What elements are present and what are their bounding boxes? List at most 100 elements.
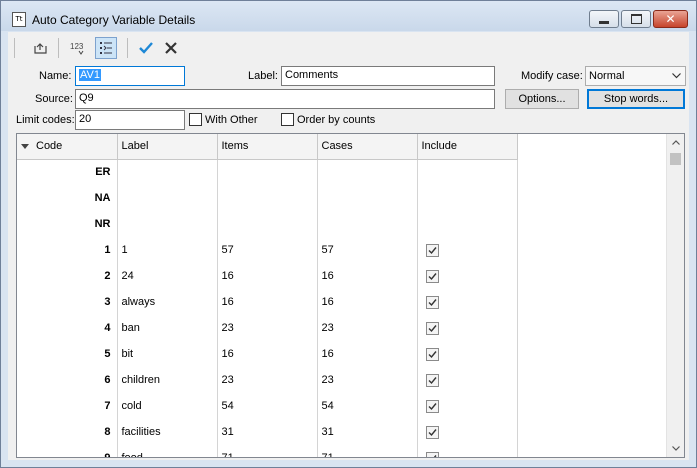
column-header-include[interactable]: Include bbox=[417, 134, 518, 160]
column-header-code[interactable]: Code bbox=[17, 134, 118, 160]
cases-cell[interactable]: 16 bbox=[317, 263, 418, 289]
close-button[interactable]: ✕ bbox=[653, 10, 688, 28]
code-cell[interactable]: 4 bbox=[17, 315, 118, 341]
table-row[interactable]: 4 ban 23 23 bbox=[17, 315, 518, 341]
table-row[interactable]: 3 always 16 16 bbox=[17, 289, 518, 315]
table-row[interactable]: 9 food 71 71 bbox=[17, 445, 518, 457]
cases-cell[interactable] bbox=[317, 211, 418, 237]
cases-cell[interactable]: 23 bbox=[317, 315, 418, 341]
accept-button[interactable] bbox=[135, 37, 157, 59]
table-row[interactable]: 5 bit 16 16 bbox=[17, 341, 518, 367]
code-cell[interactable]: ER bbox=[17, 159, 118, 185]
label-cell[interactable]: always bbox=[117, 289, 218, 315]
include-checkbox[interactable] bbox=[425, 243, 439, 257]
include-checkbox[interactable] bbox=[425, 399, 439, 413]
label-cell[interactable]: food bbox=[117, 445, 218, 457]
label-field[interactable]: Comments bbox=[281, 66, 495, 86]
label-cell[interactable]: bit bbox=[117, 341, 218, 367]
ordered-list-button[interactable] bbox=[95, 37, 117, 59]
code-cell[interactable]: 3 bbox=[17, 289, 118, 315]
cases-cell[interactable]: 54 bbox=[317, 393, 418, 419]
code-cell[interactable]: 2 bbox=[17, 263, 118, 289]
cases-cell[interactable]: 23 bbox=[317, 367, 418, 393]
cancel-button[interactable] bbox=[160, 37, 182, 59]
cases-cell[interactable]: 31 bbox=[317, 419, 418, 445]
items-cell[interactable] bbox=[217, 211, 318, 237]
name-field[interactable]: AV1 bbox=[75, 66, 185, 86]
source-field[interactable]: Q9 bbox=[75, 89, 495, 109]
code-cell[interactable]: 9 bbox=[17, 445, 118, 457]
label-cell[interactable]: ban bbox=[117, 315, 218, 341]
items-cell[interactable]: 16 bbox=[217, 341, 318, 367]
order-by-counts-checkbox[interactable] bbox=[281, 113, 294, 126]
label-cell[interactable] bbox=[117, 185, 218, 211]
code-cell[interactable]: NA bbox=[17, 185, 118, 211]
stop-words-button[interactable]: Stop words... bbox=[587, 89, 685, 109]
code-cell[interactable]: NR bbox=[17, 211, 118, 237]
checkmark-icon bbox=[432, 454, 437, 457]
maximize-button[interactable] bbox=[621, 10, 651, 28]
cases-cell[interactable]: 16 bbox=[317, 341, 418, 367]
table-row[interactable]: 8 facilities 31 31 bbox=[17, 419, 518, 445]
window-title: Auto Category Variable Details bbox=[32, 13, 196, 27]
scroll-thumb[interactable] bbox=[670, 153, 681, 165]
table-row[interactable]: 6 children 23 23 bbox=[17, 367, 518, 393]
include-checkbox[interactable] bbox=[425, 347, 439, 361]
options-button[interactable]: Options... bbox=[505, 89, 579, 109]
title-bar[interactable]: Tt Auto Category Variable Details ✕ bbox=[1, 1, 696, 31]
minimize-button[interactable] bbox=[589, 10, 619, 28]
cases-cell[interactable]: 57 bbox=[317, 237, 418, 263]
scroll-up-button[interactable] bbox=[667, 134, 684, 151]
items-cell[interactable]: 71 bbox=[217, 445, 318, 457]
limit-codes-field[interactable]: 20 bbox=[75, 110, 185, 130]
label-cell[interactable]: facilities bbox=[117, 419, 218, 445]
numbering-button[interactable]: 123 bbox=[68, 37, 90, 59]
table-row[interactable]: 1 1 57 57 bbox=[17, 237, 518, 263]
table-row[interactable]: NA bbox=[17, 185, 518, 211]
code-cell[interactable]: 1 bbox=[17, 237, 118, 263]
items-cell[interactable]: 31 bbox=[217, 419, 318, 445]
scroll-down-button[interactable] bbox=[667, 440, 684, 457]
cases-cell[interactable] bbox=[317, 185, 418, 211]
include-checkbox[interactable] bbox=[425, 269, 439, 283]
code-cell[interactable]: 8 bbox=[17, 419, 118, 445]
label-cell[interactable]: 24 bbox=[117, 263, 218, 289]
vertical-scrollbar[interactable] bbox=[666, 134, 684, 457]
items-cell[interactable]: 54 bbox=[217, 393, 318, 419]
label-cell[interactable]: 1 bbox=[117, 237, 218, 263]
cases-cell[interactable] bbox=[317, 159, 418, 185]
label-cell[interactable]: children bbox=[117, 367, 218, 393]
items-cell[interactable]: 57 bbox=[217, 237, 318, 263]
items-cell[interactable] bbox=[217, 185, 318, 211]
column-header-label[interactable]: Label bbox=[117, 134, 218, 160]
items-cell[interactable]: 23 bbox=[217, 315, 318, 341]
code-cell[interactable]: 6 bbox=[17, 367, 118, 393]
items-cell[interactable] bbox=[217, 159, 318, 185]
include-cell bbox=[417, 367, 518, 393]
back-button[interactable] bbox=[29, 37, 51, 59]
table-row[interactable]: 7 cold 54 54 bbox=[17, 393, 518, 419]
label-cell[interactable]: cold bbox=[117, 393, 218, 419]
include-checkbox[interactable] bbox=[425, 451, 439, 457]
code-cell[interactable]: 5 bbox=[17, 341, 118, 367]
cases-cell[interactable]: 16 bbox=[317, 289, 418, 315]
label-cell[interactable] bbox=[117, 211, 218, 237]
label-cell[interactable] bbox=[117, 159, 218, 185]
include-checkbox[interactable] bbox=[425, 321, 439, 335]
items-cell[interactable]: 16 bbox=[217, 289, 318, 315]
categories-grid[interactable]: Code Label Items Cases Include ER NA NR 1 1 5… bbox=[16, 133, 685, 458]
cases-cell[interactable]: 71 bbox=[317, 445, 418, 457]
table-row[interactable]: ER bbox=[17, 159, 518, 185]
modify-case-select[interactable]: Normal bbox=[585, 66, 686, 86]
items-cell[interactable]: 23 bbox=[217, 367, 318, 393]
with-other-checkbox[interactable] bbox=[189, 113, 202, 126]
table-row[interactable]: NR bbox=[17, 211, 518, 237]
items-cell[interactable]: 16 bbox=[217, 263, 318, 289]
include-checkbox[interactable] bbox=[425, 295, 439, 309]
column-header-items[interactable]: Items bbox=[217, 134, 318, 160]
include-checkbox[interactable] bbox=[425, 425, 439, 439]
column-header-cases[interactable]: Cases bbox=[317, 134, 418, 160]
code-cell[interactable]: 7 bbox=[17, 393, 118, 419]
table-row[interactable]: 2 24 16 16 bbox=[17, 263, 518, 289]
include-checkbox[interactable] bbox=[425, 373, 439, 387]
